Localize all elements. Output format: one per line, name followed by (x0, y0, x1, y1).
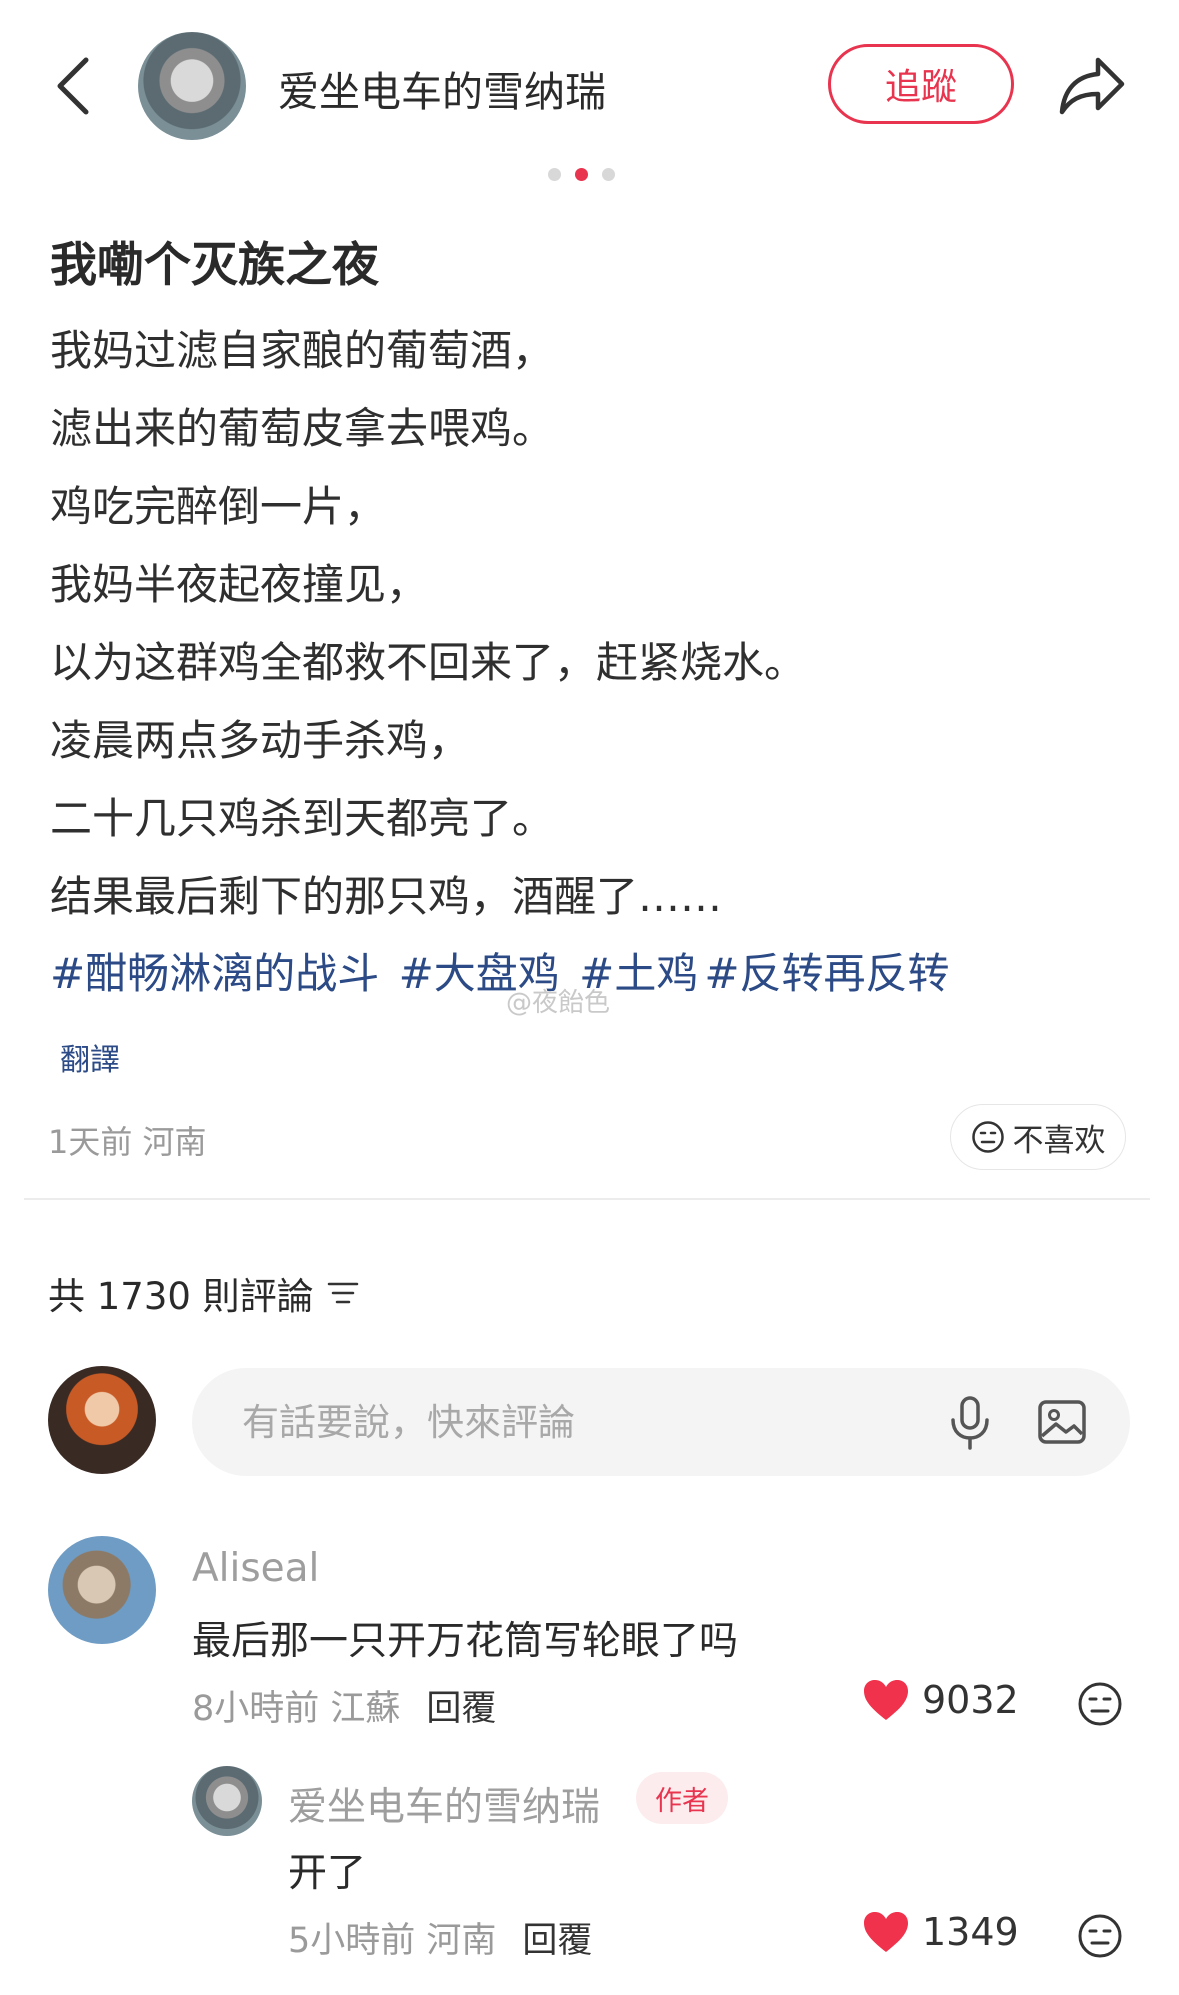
post-line: 结果最后剩下的那只鸡，酒醒了…… (50, 872, 723, 921)
image-button[interactable] (1036, 1396, 1088, 1448)
commenter-name[interactable]: 爱坐电车的雪纳瑞 (288, 1776, 600, 1832)
my-avatar (48, 1366, 156, 1474)
microphone-icon (951, 1396, 989, 1450)
commenter-avatar[interactable] (48, 1536, 156, 1644)
heart-icon (864, 1680, 908, 1720)
carousel-dot (548, 168, 561, 181)
translate-link[interactable]: 翻譯 (60, 1035, 120, 1079)
post-line: 二十几只鸡杀到天都亮了。 (50, 794, 555, 843)
carousel-dot (602, 168, 615, 181)
voice-button[interactable] (942, 1394, 998, 1452)
author-badge: 作者 (636, 1772, 728, 1824)
follow-button[interactable]: 追蹤 (828, 44, 1014, 124)
like-button[interactable]: 1349 (862, 1910, 1019, 1954)
comment-input[interactable] (240, 1399, 884, 1445)
comment-text: 开了 (288, 1851, 367, 1896)
hashtag[interactable]: #酣畅淋漓的战斗 (50, 949, 379, 998)
heart-icon (864, 1912, 908, 1952)
comment-text: 最后那一只开万花筒写轮眼了吗 (192, 1619, 739, 1664)
commenter-avatar[interactable] (192, 1766, 262, 1836)
reply-button[interactable]: 回覆 (522, 1921, 592, 1961)
post-line: 我妈半夜起夜撞见， (50, 560, 429, 609)
image-icon (1038, 1400, 1086, 1444)
comment-meta: 5小時前 河南 回覆 (288, 1912, 592, 1963)
back-button[interactable] (48, 54, 98, 118)
post-title: 我嘞个灭族之夜 (50, 238, 379, 293)
post-line: 鸡吃完醉倒一片， (50, 482, 387, 531)
commenter-name[interactable]: Aliseal (192, 1546, 319, 1591)
like-count: 9032 (922, 1678, 1019, 1722)
comment-dislike-button[interactable] (1076, 1912, 1124, 1960)
share-button[interactable] (1058, 54, 1126, 118)
post-body: 我妈过滤自家酿的葡萄酒， 滤出来的葡萄皮拿去喂鸡。 鸡吃完醉倒一片， 我妈半夜起… (50, 312, 1130, 936)
carousel-dot-active (575, 168, 588, 181)
post-line: 我妈过滤自家酿的葡萄酒， (50, 326, 555, 375)
comment-count-sort[interactable]: 共 1730 則評論 (48, 1266, 360, 1320)
reply-button[interactable]: 回覆 (426, 1689, 496, 1729)
neutral-face-icon (1078, 1682, 1122, 1726)
watermark: @夜飴色 (506, 988, 611, 1018)
dislike-button[interactable]: 不喜欢 (950, 1104, 1126, 1170)
hashtag[interactable]: #反转再反转 (704, 949, 949, 998)
post-line: 滤出来的葡萄皮拿去喂鸡。 (50, 404, 555, 453)
comment-dislike-button[interactable] (1076, 1680, 1124, 1728)
chevron-left-icon (57, 57, 89, 115)
post-line: 以为这群鸡全都救不回来了，赶紧烧水。 (50, 638, 807, 687)
comment-count: 共 1730 則評論 (48, 1275, 314, 1318)
divider (24, 1198, 1150, 1200)
sort-icon (327, 1282, 358, 1304)
neutral-face-icon (971, 1121, 1004, 1153)
dislike-label: 不喜欢 (1012, 1122, 1106, 1159)
author-avatar[interactable] (138, 32, 246, 140)
author-name[interactable]: 爱坐电车的雪纳瑞 (278, 58, 606, 118)
post-line: 凌晨两点多动手杀鸡， (50, 716, 471, 765)
comment-meta: 8小時前 江蘇 回覆 (192, 1680, 496, 1731)
carousel-indicator (548, 168, 615, 181)
like-button[interactable]: 9032 (862, 1678, 1019, 1722)
neutral-face-icon (1078, 1914, 1122, 1958)
hashtag-list: #酣畅淋漓的战斗 #大盘鸡 #土鸡 #反转再反转 (50, 940, 956, 1001)
comment-time-location: 5小時前 河南 (288, 1921, 497, 1961)
share-icon (1059, 57, 1125, 115)
post-time-location: 1天前 河南 (48, 1123, 207, 1161)
like-count: 1349 (922, 1910, 1019, 1954)
comment-time-location: 8小時前 江蘇 (192, 1689, 401, 1729)
